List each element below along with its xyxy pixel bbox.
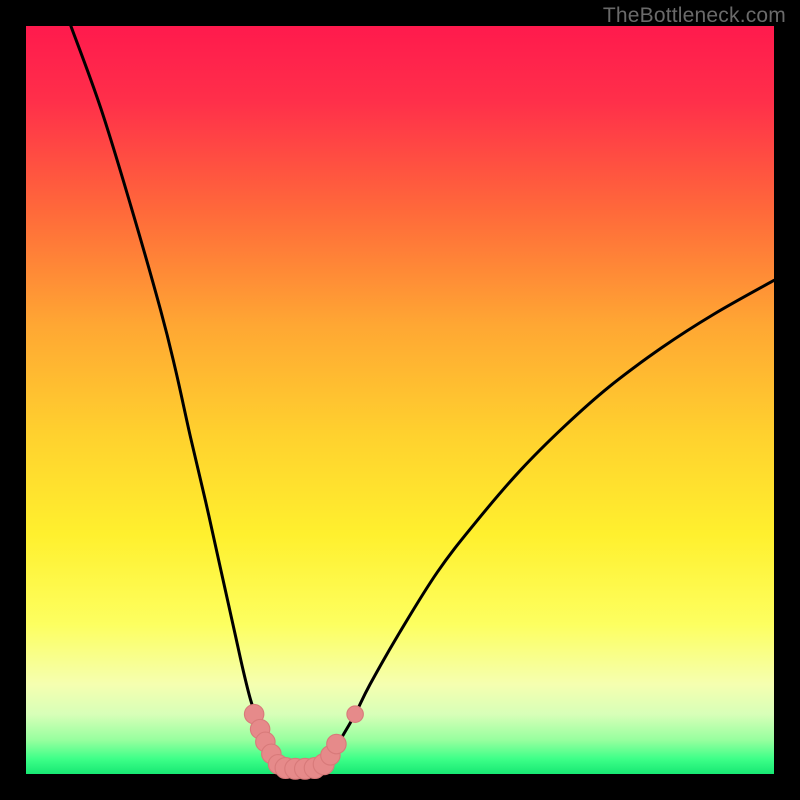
curve-path [71, 26, 774, 770]
chart-stage: TheBottleneck.com [0, 0, 800, 800]
watermark-label: TheBottleneck.com [603, 4, 786, 28]
curve-layer [26, 26, 774, 774]
data-marker [347, 706, 363, 722]
bottleneck-curve [71, 26, 774, 770]
data-markers [244, 704, 363, 779]
plot-frame [26, 26, 774, 774]
data-marker [327, 734, 346, 753]
